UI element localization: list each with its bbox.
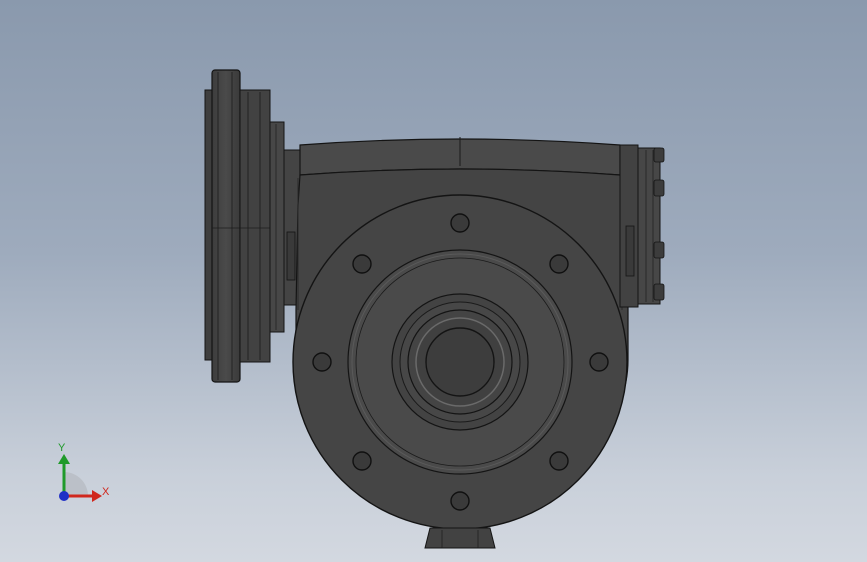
graphics-viewport[interactable]: Y X	[0, 0, 867, 562]
x-axis-arrow	[92, 490, 102, 502]
gearbox-model[interactable]	[0, 0, 867, 562]
motor-flange	[204, 69, 301, 383]
housing-foot	[424, 527, 496, 549]
coordinate-triad: Y X	[48, 440, 128, 510]
output-hub	[391, 293, 529, 431]
end-cap-right	[619, 144, 661, 308]
triad-arc	[64, 472, 88, 496]
x-axis-label: X	[102, 486, 110, 498]
y-axis-label: Y	[58, 442, 66, 454]
z-axis-dot	[59, 491, 69, 501]
y-axis-arrow	[58, 454, 70, 464]
